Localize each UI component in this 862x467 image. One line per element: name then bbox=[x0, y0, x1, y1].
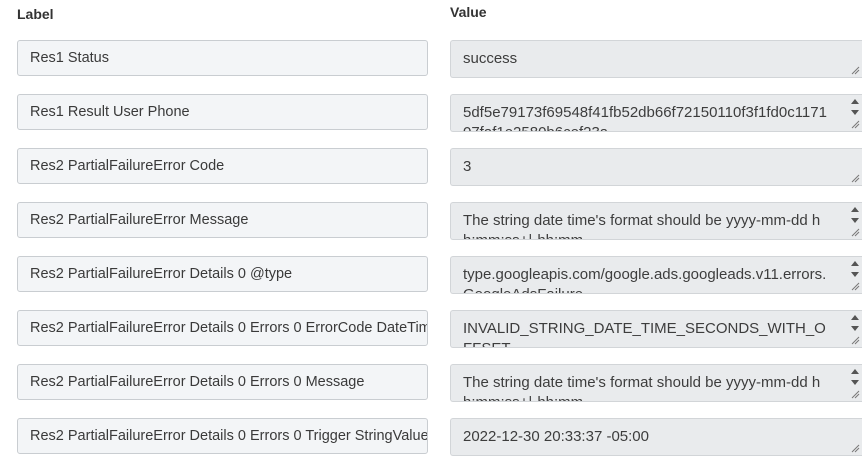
field-row: Res2 PartialFailureError Code 3 bbox=[0, 148, 862, 186]
resize-grip-icon[interactable] bbox=[851, 282, 860, 291]
scroll-down-arrow-icon[interactable] bbox=[851, 380, 859, 385]
field-label-input[interactable]: Res2 PartialFailureError Details 0 Error… bbox=[17, 418, 428, 454]
scroll-down-arrow-icon[interactable] bbox=[851, 272, 859, 277]
scroll-up-arrow-icon[interactable] bbox=[851, 261, 859, 266]
field-value-text: 5df5e79173f69548f41fb52db66f72150110f3f1… bbox=[463, 104, 827, 131]
scroll-down-arrow-icon[interactable] bbox=[851, 218, 859, 223]
scroll-up-arrow-icon[interactable] bbox=[851, 207, 859, 212]
resize-grip-icon[interactable] bbox=[851, 66, 860, 75]
field-label-input[interactable]: Res2 PartialFailureError Message bbox=[17, 202, 428, 238]
field-label-input[interactable]: Res1 Status bbox=[17, 40, 428, 76]
field-value-text: INVALID_STRING_DATE_TIME_SECONDS_WITH_OF… bbox=[463, 320, 826, 347]
field-value-text: success bbox=[463, 50, 518, 67]
field-row: Res2 PartialFailureError Message The stri… bbox=[0, 202, 862, 240]
resize-grip-icon[interactable] bbox=[851, 444, 860, 453]
value-column-header: Value bbox=[450, 4, 487, 20]
field-label-input[interactable]: Res2 PartialFailureError Details 0 Error… bbox=[17, 364, 428, 400]
field-value-text: 2022-12-30 20:33:37 -05:00 bbox=[463, 428, 649, 445]
resize-grip-icon[interactable] bbox=[851, 120, 860, 129]
field-value-text: type.googleapis.com/google.ads.googleads… bbox=[463, 266, 827, 293]
field-label-input[interactable]: Res2 PartialFailureError Code bbox=[17, 148, 428, 184]
field-row: Res1 Result User Phone 5df5e79173f69548f4… bbox=[0, 94, 862, 132]
scroll-arrows-icon[interactable] bbox=[850, 260, 860, 280]
scroll-arrows-icon[interactable] bbox=[850, 314, 860, 334]
label-column-header: Label bbox=[17, 6, 54, 22]
field-value-text: The string date time's format should be … bbox=[463, 212, 821, 239]
scroll-up-arrow-icon[interactable] bbox=[851, 369, 859, 374]
resize-grip-icon[interactable] bbox=[851, 390, 860, 399]
field-value-textarea[interactable]: The string date time's format should be … bbox=[450, 364, 862, 402]
resize-grip-icon[interactable] bbox=[851, 336, 860, 345]
scroll-arrows-icon[interactable] bbox=[850, 206, 860, 226]
field-row: Res2 PartialFailureError Details 0 Error… bbox=[0, 418, 862, 456]
field-label-input[interactable]: Res2 PartialFailureError Details 0 Error… bbox=[17, 310, 428, 346]
field-row: Res2 PartialFailureError Details 0 Error… bbox=[0, 310, 862, 348]
scroll-arrows-icon[interactable] bbox=[850, 368, 860, 388]
scroll-down-arrow-icon[interactable] bbox=[851, 110, 859, 115]
scroll-down-arrow-icon[interactable] bbox=[851, 326, 859, 331]
field-row: Res2 PartialFailureError Details 0 @type… bbox=[0, 256, 862, 294]
field-value-textarea[interactable]: 3 bbox=[450, 148, 862, 186]
field-value-textarea[interactable]: 5df5e79173f69548f41fb52db66f72150110f3f1… bbox=[450, 94, 862, 132]
scroll-up-arrow-icon[interactable] bbox=[851, 315, 859, 320]
field-value-text: The string date time's format should be … bbox=[463, 374, 821, 401]
field-mapping-panel: Label Value Res1 Status success Res1 Resul… bbox=[0, 0, 862, 467]
field-row: Res1 Status success bbox=[0, 40, 862, 78]
field-label-input[interactable]: Res1 Result User Phone bbox=[17, 94, 428, 130]
field-value-textarea[interactable]: The string date time's format should be … bbox=[450, 202, 862, 240]
field-row: Res2 PartialFailureError Details 0 Error… bbox=[0, 364, 862, 402]
resize-grip-icon[interactable] bbox=[851, 228, 860, 237]
field-value-textarea[interactable]: INVALID_STRING_DATE_TIME_SECONDS_WITH_OF… bbox=[450, 310, 862, 348]
resize-grip-icon[interactable] bbox=[851, 174, 860, 183]
field-label-input[interactable]: Res2 PartialFailureError Details 0 @type bbox=[17, 256, 428, 292]
field-value-textarea[interactable]: 2022-12-30 20:33:37 -05:00 bbox=[450, 418, 862, 456]
field-value-textarea[interactable]: type.googleapis.com/google.ads.googleads… bbox=[450, 256, 862, 294]
scroll-arrows-icon[interactable] bbox=[850, 98, 860, 118]
scroll-up-arrow-icon[interactable] bbox=[851, 99, 859, 104]
field-value-text: 3 bbox=[463, 158, 472, 175]
field-value-textarea[interactable]: success bbox=[450, 40, 862, 78]
